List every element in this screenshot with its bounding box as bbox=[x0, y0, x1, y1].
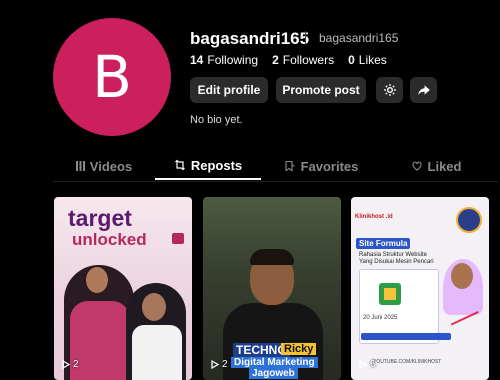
profile-tabs: Videos Reposts Favorites Liked bbox=[53, 152, 498, 180]
thumbnail-footer: YOUTUBE.COM/KLINIKHOST bbox=[373, 359, 442, 365]
thumbnail-subtitle: unlocked bbox=[72, 230, 147, 249]
profile-stats: 14 Following 2 Followers 0 Likes bbox=[190, 53, 387, 67]
share-arrow-icon bbox=[417, 85, 430, 96]
play-icon bbox=[62, 360, 70, 369]
repost-icon bbox=[174, 159, 185, 171]
promote-post-button[interactable]: Promote post bbox=[276, 77, 366, 103]
heart-icon bbox=[411, 161, 422, 171]
person-figure-face bbox=[142, 293, 166, 321]
avatar[interactable]: B bbox=[53, 18, 171, 136]
thumbnail-subtitle: Rahasia Struktur Website Yang Disukai Me… bbox=[359, 252, 434, 265]
gear-icon bbox=[383, 84, 396, 96]
play-icon bbox=[359, 360, 367, 369]
person-figure-hair bbox=[250, 249, 294, 265]
play-icon bbox=[211, 360, 219, 369]
video-card[interactable]: TECHNO Ricky Digital Marketing Jagoweb 2 bbox=[203, 197, 341, 380]
thumbnail-date: 20 Juni 2025 bbox=[363, 315, 398, 321]
video-card[interactable]: Klinikhost .id Site Formula Rahasia Stru… bbox=[351, 197, 489, 380]
settings-button[interactable] bbox=[376, 77, 403, 103]
nickname: bagasandri165 bbox=[319, 31, 399, 45]
username: bagasandri165 bbox=[190, 29, 310, 48]
brand-logo: Klinikhost .id bbox=[355, 214, 393, 220]
person-figure-body bbox=[132, 325, 182, 380]
tabs-divider bbox=[53, 181, 498, 182]
lock-icon bbox=[172, 233, 184, 244]
thumbnail-label: Digital Marketing bbox=[231, 357, 318, 368]
avatar-letter: B bbox=[92, 43, 132, 111]
maps-icon-inner bbox=[384, 288, 396, 300]
person-figure-face bbox=[451, 263, 473, 289]
play-count: 6 bbox=[359, 359, 376, 370]
person-figure-face bbox=[86, 267, 108, 293]
grid-icon bbox=[75, 161, 85, 171]
likes-stat: 0 Likes bbox=[348, 53, 387, 67]
bookmark-icon bbox=[285, 160, 295, 172]
bio-text: No bio yet. bbox=[190, 114, 243, 126]
person-figure-body bbox=[70, 301, 130, 380]
edit-profile-button[interactable]: Edit profile bbox=[190, 77, 268, 103]
tab-videos[interactable]: Videos bbox=[53, 152, 155, 180]
tab-reposts[interactable]: Reposts bbox=[155, 152, 261, 180]
thumbnail-bar bbox=[361, 333, 451, 340]
thumbnail-title: target bbox=[68, 205, 132, 231]
thumbnail-label: Ricky bbox=[281, 343, 317, 355]
tab-favorites[interactable]: Favorites bbox=[261, 152, 381, 180]
play-count: 2 bbox=[211, 359, 228, 370]
thumbnail-label: Jagoweb bbox=[249, 368, 298, 379]
name-divider bbox=[305, 31, 306, 45]
badge-icon bbox=[456, 207, 482, 233]
following-stat[interactable]: 14 Following bbox=[190, 53, 258, 67]
share-button[interactable] bbox=[410, 77, 437, 103]
tab-liked[interactable]: Liked bbox=[381, 152, 491, 180]
play-count: 2 bbox=[62, 359, 79, 370]
thumbnail-title: Site Formula bbox=[356, 238, 411, 249]
followers-stat[interactable]: 2 Followers bbox=[272, 53, 334, 67]
video-card[interactable]: target unlocked 2 bbox=[54, 197, 192, 380]
